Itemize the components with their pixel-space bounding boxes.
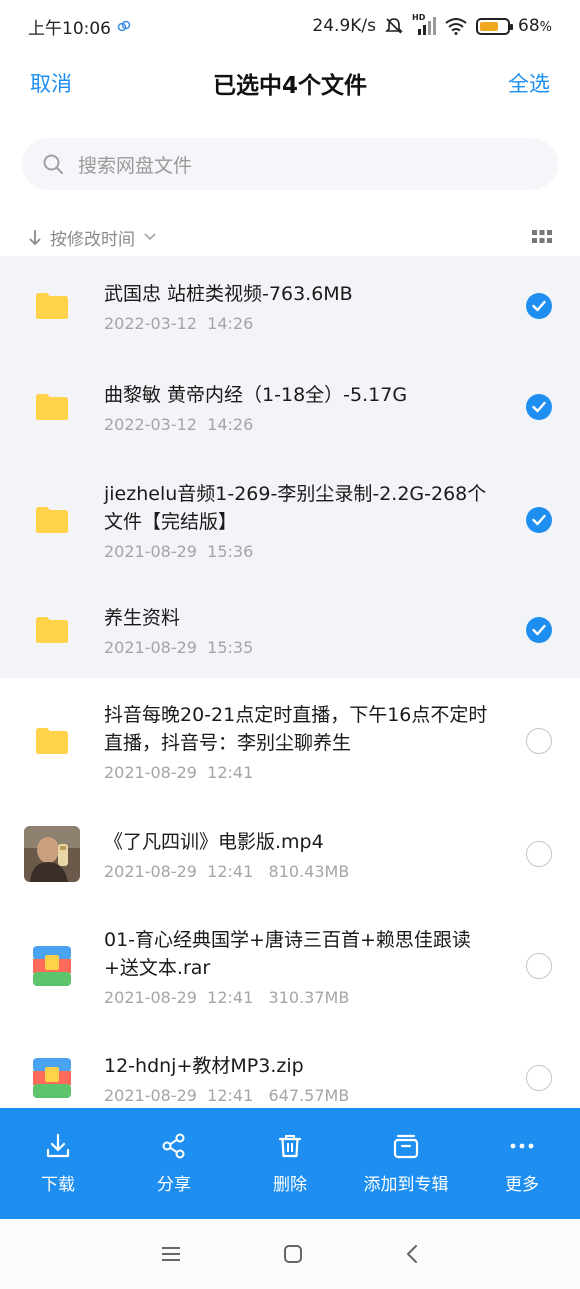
- select-all-button[interactable]: 全选: [508, 68, 550, 98]
- file-info: jiezhelu音频1-269-李别尘录制-2.2G-268个文件【完结版】 2…: [104, 480, 504, 561]
- checkbox-checked[interactable]: [526, 507, 552, 533]
- checkmark-icon: [532, 514, 546, 526]
- checkbox-checked[interactable]: [526, 394, 552, 420]
- delete-button[interactable]: 删除: [232, 1132, 348, 1195]
- file-name: 《了凡四训》电影版.mp4: [104, 830, 324, 853]
- file-name: 抖音每晚20-21点定时直播，下午16点不定时直播，抖音号：李别尘聊养生: [104, 703, 488, 754]
- action-label: 更多: [505, 1175, 539, 1195]
- file-row[interactable]: 《了凡四训》电影版.mp4 2021-08-29 12:41 810.43MB: [0, 804, 580, 904]
- file-list: 武国忠 站桩类视频-763.6MB 2022-03-12 14:26 曲黎敏 黄…: [0, 256, 580, 1128]
- file-name: 武国忠 站桩类视频-763.6MB: [104, 282, 353, 305]
- checkbox-checked[interactable]: [526, 293, 552, 319]
- file-meta: 2021-08-29 12:41 810.43MB: [104, 861, 350, 881]
- home-icon[interactable]: [283, 1244, 303, 1264]
- file-row[interactable]: 01-育心经典国学+唐诗三百首+赖思佳跟读+送文本.rar 2021-08-29…: [0, 904, 580, 1028]
- action-label: 添加到专辑: [363, 1175, 449, 1195]
- share-icon: [162, 1133, 185, 1159]
- file-info: 01-育心经典国学+唐诗三百首+赖思佳跟读+送文本.rar 2021-08-29…: [104, 926, 504, 1007]
- file-name: 12-hdnj+教材MP3.zip: [104, 1054, 304, 1077]
- menu-icon[interactable]: [161, 1246, 181, 1262]
- checkbox-unchecked[interactable]: [526, 841, 552, 867]
- sort-row: 按修改时间: [0, 218, 580, 256]
- action-bar: 下载 分享 删除 添加到专辑 更多: [0, 1108, 580, 1219]
- status-left: 上午10:06: [28, 14, 131, 39]
- file-meta: 2021-08-29 12:41: [104, 762, 254, 782]
- mute-icon: [385, 18, 403, 34]
- chevron-down-icon: [144, 233, 156, 241]
- grid-view-icon[interactable]: [532, 230, 552, 244]
- more-button[interactable]: 更多: [464, 1132, 580, 1195]
- sort-selector[interactable]: 按修改时间: [28, 225, 157, 250]
- network-speed: 24.9K/s: [312, 16, 376, 36]
- more-icon: [510, 1143, 534, 1149]
- file-row[interactable]: 武国忠 站桩类视频-763.6MB 2022-03-12 14:26: [0, 256, 580, 356]
- file-name: 养生资料: [104, 606, 181, 629]
- file-info: 养生资料 2021-08-29 15:35: [104, 604, 504, 657]
- checkbox-unchecked[interactable]: [526, 1065, 552, 1091]
- file-name: 01-育心经典国学+唐诗三百首+赖思佳跟读+送文本.rar: [104, 928, 471, 979]
- folder-icon: [24, 713, 80, 769]
- signal-icon: HD: [412, 13, 436, 36]
- add-to-album-button[interactable]: 添加到专辑: [348, 1132, 464, 1195]
- folder-icon: [24, 278, 80, 334]
- file-meta: 2022-03-12 14:26: [104, 414, 254, 434]
- file-row[interactable]: 养生资料 2021-08-29 15:35: [0, 582, 580, 678]
- back-icon[interactable]: [405, 1244, 419, 1264]
- file-name: jiezhelu音频1-269-李别尘录制-2.2G-268个文件【完结版】: [104, 482, 487, 533]
- cloud-sync-icon: [117, 20, 131, 32]
- folder-icon: [24, 379, 80, 435]
- archive-icon: [24, 1050, 80, 1106]
- share-button[interactable]: 分享: [116, 1132, 232, 1195]
- trash-icon: [278, 1135, 302, 1158]
- file-info: 抖音每晚20-21点定时直播，下午16点不定时直播，抖音号：李别尘聊养生 202…: [104, 701, 504, 782]
- file-info: 12-hdnj+教材MP3.zip 2021-08-29 12:41 647.5…: [104, 1052, 504, 1105]
- folder-icon: [24, 602, 80, 658]
- cancel-button[interactable]: 取消: [30, 68, 72, 98]
- file-name: 曲黎敏 黄帝内经（1-18全）-5.17G: [104, 383, 408, 406]
- checkbox-checked[interactable]: [526, 617, 552, 643]
- sort-label: 按修改时间: [50, 229, 135, 250]
- search-placeholder: 搜索网盘文件: [78, 154, 193, 177]
- checkbox-unchecked[interactable]: [526, 728, 552, 754]
- search-icon: [43, 154, 63, 174]
- video-thumbnail: [24, 826, 80, 882]
- action-label: 删除: [273, 1175, 307, 1195]
- action-label: 下载: [41, 1175, 75, 1195]
- wifi-icon: [445, 18, 467, 35]
- status-time: 上午10:06: [28, 18, 111, 39]
- sort-arrow-icon: [29, 230, 41, 246]
- file-meta: 2021-08-29 15:35: [104, 637, 254, 657]
- file-info: 曲黎敏 黄帝内经（1-18全）-5.17G 2022-03-12 14:26: [104, 381, 504, 434]
- status-right: 24.9K/s HD 68%: [312, 13, 552, 36]
- battery-icon: [476, 17, 513, 35]
- checkmark-icon: [532, 401, 546, 413]
- file-row[interactable]: 抖音每晚20-21点定时直播，下午16点不定时直播，抖音号：李别尘聊养生 202…: [0, 678, 580, 804]
- file-meta: 2021-08-29 15:36: [104, 541, 254, 561]
- action-label: 分享: [157, 1175, 191, 1195]
- file-meta: 2022-03-12 14:26: [104, 313, 254, 333]
- page-title: 已选中4个文件: [212, 73, 367, 99]
- download-button[interactable]: 下载: [0, 1132, 116, 1195]
- folder-icon: [24, 492, 80, 548]
- search-input[interactable]: 搜索网盘文件: [22, 138, 558, 190]
- selection-header: 取消 已选中4个文件 全选: [0, 52, 580, 114]
- file-info: 武国忠 站桩类视频-763.6MB 2022-03-12 14:26: [104, 280, 504, 333]
- download-icon: [46, 1133, 70, 1158]
- checkbox-unchecked[interactable]: [526, 953, 552, 979]
- file-row[interactable]: jiezhelu音频1-269-李别尘录制-2.2G-268个文件【完结版】 2…: [0, 458, 580, 582]
- status-bar: 上午10:06 24.9K/s HD 68%: [0, 0, 580, 52]
- system-nav-bar: [0, 1219, 580, 1289]
- checkmark-icon: [532, 624, 546, 636]
- checkmark-icon: [532, 300, 546, 312]
- album-icon: [393, 1134, 419, 1159]
- file-meta: 2021-08-29 12:41 647.57MB: [104, 1085, 350, 1105]
- file-meta: 2021-08-29 12:41 310.37MB: [104, 987, 350, 1007]
- file-info: 《了凡四训》电影版.mp4 2021-08-29 12:41 810.43MB: [104, 828, 504, 881]
- archive-icon: [24, 938, 80, 994]
- battery-percent: 68%: [518, 16, 552, 36]
- file-row[interactable]: 曲黎敏 黄帝内经（1-18全）-5.17G 2022-03-12 14:26: [0, 356, 580, 458]
